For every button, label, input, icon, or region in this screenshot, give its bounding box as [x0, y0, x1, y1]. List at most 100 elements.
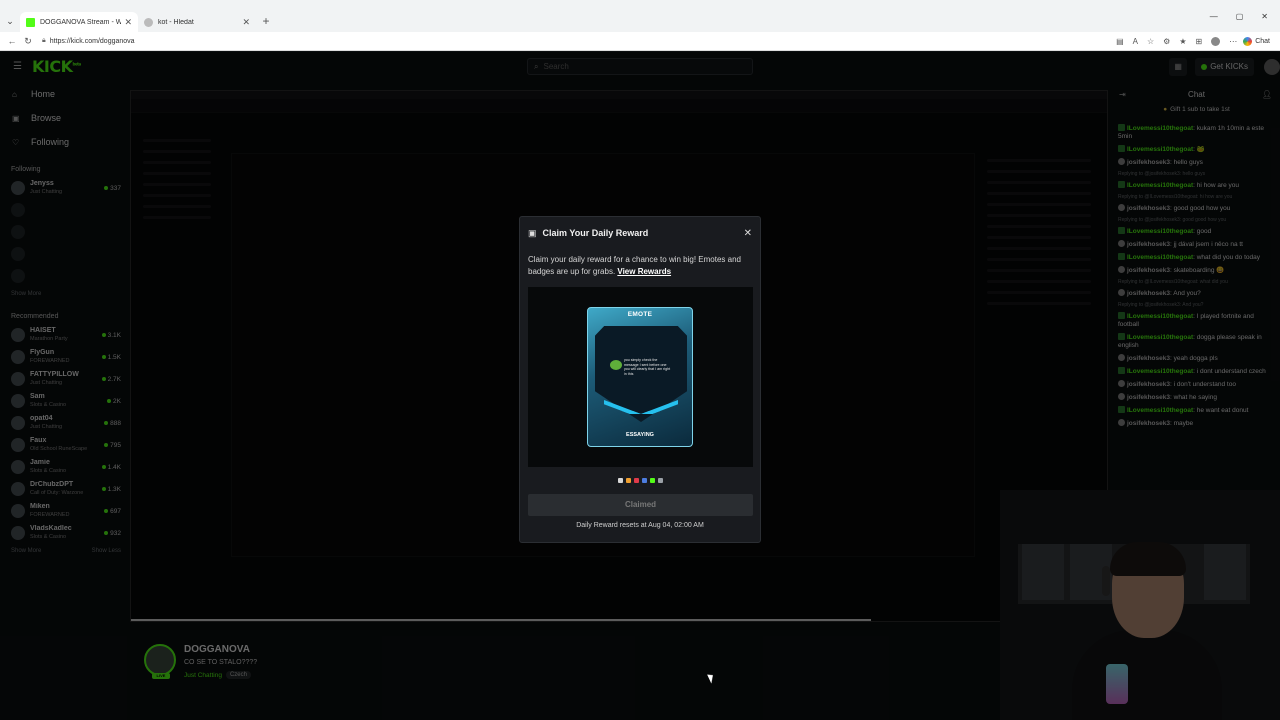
viewer-number: 932 — [110, 529, 121, 537]
extension-icon[interactable]: ⚙ — [1163, 37, 1170, 46]
window-close-icon[interactable]: ✕ — [1261, 12, 1268, 21]
read-aloud-icon[interactable]: A — [1133, 37, 1138, 46]
recommended-channel[interactable]: FlyGun FOREWARNED 1.5K — [0, 346, 127, 368]
chat-username[interactable]: ILovemessi10thegoat — [1127, 313, 1193, 320]
chat-username[interactable]: josifekhosek3 — [1127, 394, 1170, 401]
emote-image — [610, 360, 622, 370]
nav-home[interactable]: ⌂ Home — [0, 82, 127, 106]
favorites-icon[interactable]: ★ — [1179, 37, 1186, 46]
nav-following[interactable]: ♡ Following — [0, 130, 127, 154]
chat-username[interactable]: ILovemessi10thegoat — [1127, 182, 1193, 189]
tab-close-icon[interactable]: ✕ — [124, 17, 132, 28]
chat-username[interactable]: ILovemessi10thegoat — [1127, 254, 1193, 261]
chat-message: josifekhosek3: hello guys — [1118, 158, 1276, 167]
show-more-recommended[interactable]: Show More — [11, 544, 41, 558]
show-less-recommended[interactable]: Show Less — [92, 544, 121, 558]
collections-icon[interactable]: ⊞ — [1196, 37, 1203, 46]
view-rewards-link[interactable]: View Rewards — [617, 267, 671, 276]
chat-username[interactable]: josifekhosek3 — [1127, 267, 1170, 274]
headphones — [1102, 566, 1110, 596]
chat-username[interactable]: ILovemessi10thegoat — [1127, 146, 1193, 153]
chat-username[interactable]: josifekhosek3 — [1127, 241, 1170, 248]
reader-icon[interactable]: ▤ — [1116, 37, 1124, 46]
channel-avatar — [11, 438, 25, 452]
claimed-button[interactable]: Claimed — [528, 494, 753, 516]
back-icon[interactable]: ← — [4, 36, 20, 46]
followed-channel[interactable]: Jenyss Just Chatting 337 — [0, 177, 127, 199]
followed-channel-offline[interactable] — [0, 199, 127, 221]
followed-channel-offline[interactable] — [0, 243, 127, 265]
show-more-following[interactable]: Show More — [0, 287, 127, 301]
streamer-name[interactable]: DOGGANOVA — [184, 644, 257, 655]
viewer-count: 1.3K — [101, 486, 121, 493]
chat-username[interactable]: ILovemessi10thegoat — [1127, 334, 1193, 341]
modal-close-icon[interactable]: ✕ — [744, 228, 752, 239]
recommended-channel[interactable]: Miken FOREWARNED 697 — [0, 500, 127, 522]
chat-username[interactable]: josifekhosek3 — [1127, 381, 1170, 388]
chat-username[interactable]: ILovemessi10thegoat — [1127, 125, 1193, 132]
recommended-channel[interactable]: VladsKadlec Slots & Casino 932 — [0, 522, 127, 544]
browser-tab[interactable]: kot - Hledat ✕ — [138, 12, 256, 32]
stream-tag[interactable]: Czech — [225, 671, 251, 679]
recommended-channel[interactable]: Jamie Slots & Casino 1.4K — [0, 456, 127, 478]
channel-avatar — [11, 350, 25, 364]
kick-logo[interactable]: KICKbeta — [32, 57, 81, 76]
search-icon: ⌕ — [534, 61, 539, 71]
get-kicks-button[interactable]: Get KICKs — [1195, 58, 1254, 76]
live-badge: LIVE — [152, 673, 170, 679]
chat-users-icon[interactable]: 👤︎ — [1262, 90, 1272, 99]
followed-channel-offline[interactable] — [0, 221, 127, 243]
refresh-icon[interactable]: ↻ — [20, 36, 36, 47]
followed-channel-offline[interactable] — [0, 265, 127, 287]
user-avatar[interactable] — [1264, 59, 1280, 75]
search-favicon-icon — [144, 17, 153, 27]
streamer-avatar[interactable]: LIVE — [144, 644, 176, 679]
chat-username[interactable]: josifekhosek3 — [1127, 205, 1170, 212]
chat-message: josifekhosek3: skateboarding 😀 — [1118, 266, 1276, 275]
chat-username[interactable]: josifekhosek3 — [1127, 159, 1170, 166]
recommended-channel[interactable]: opat04 Just Chatting 888 — [0, 412, 127, 434]
chat-username[interactable]: ILovemessi10thegoat — [1127, 407, 1193, 414]
hamburger-menu-icon[interactable]: ☰ — [13, 61, 22, 72]
more-icon[interactable]: ⋯ — [1229, 37, 1237, 46]
copilot-chat-button[interactable]: Chat — [1243, 36, 1270, 46]
modal-header: ▣ Claim Your Daily Reward ✕ — [528, 225, 752, 241]
recommended-channel[interactable]: FATTYPILLOW Just Chatting 2.7K — [0, 368, 127, 390]
gift-sub-banner[interactable]: ● Gift 1 sub to take 1st — [1113, 106, 1280, 120]
stream-category-link[interactable]: Just Chatting — [184, 672, 222, 679]
tab-close-icon[interactable]: ✕ — [242, 17, 250, 28]
recommended-channel[interactable]: DrChubzDPT Call of Duty: Warzone 1.3K — [0, 478, 127, 500]
search-input[interactable]: ⌕ Search — [527, 58, 753, 75]
recommended-channel[interactable]: HAISET Marathon Party 3.1K — [0, 324, 127, 346]
chat-username[interactable]: josifekhosek3 — [1127, 420, 1170, 427]
tab-actions-icon[interactable]: ⌄ — [0, 10, 20, 32]
nav-browse[interactable]: ▣ Browse — [0, 106, 127, 130]
recommended-channel[interactable]: Faux Old School RuneScape 795 — [0, 434, 127, 456]
show-more-label: Show More — [11, 291, 42, 297]
maximize-icon[interactable]: ▢ — [1236, 12, 1244, 21]
copilot-chat-label: Chat — [1255, 37, 1270, 45]
window-top-strip — [0, 0, 1280, 10]
browser-tab-active[interactable]: DOGGANOVA Stream - Watch Live ✕ — [20, 12, 138, 32]
minimize-icon[interactable]: — — [1210, 12, 1218, 21]
following-section-title: Following — [11, 166, 41, 173]
url-field[interactable]: 🔒︎ https://kick.com/dogganova — [42, 34, 1116, 49]
profile-avatar[interactable] — [1211, 36, 1221, 46]
viewer-number: 1.5K — [107, 353, 121, 361]
chat-username[interactable]: ILovemessi10thegoat — [1127, 368, 1193, 375]
chat-username[interactable]: ILovemessi10thegoat — [1127, 228, 1193, 235]
chat-username[interactable]: josifekhosek3 — [1127, 290, 1170, 297]
video-progress-bar[interactable] — [131, 619, 871, 621]
rewards-icon[interactable]: ▦ — [1169, 58, 1188, 76]
favorite-icon[interactable]: ☆ — [1147, 37, 1154, 46]
chat-text: And you? — [1173, 290, 1201, 297]
new-tab-icon[interactable]: + — [256, 12, 276, 32]
collapse-chat-icon[interactable]: ⇥ — [1119, 90, 1126, 99]
channel-category: Just Chatting — [30, 380, 63, 386]
recommended-channel[interactable]: Sam Slots & Casino 2K — [0, 390, 127, 412]
live-dot-icon — [101, 465, 106, 469]
channel-category: Slots & Casino — [30, 534, 67, 540]
kick-header: ☰ KICKbeta ⌕ Search — [0, 52, 1108, 82]
chat-username[interactable]: josifekhosek3 — [1127, 355, 1170, 362]
tab-title: kot - Hledat — [158, 18, 194, 26]
